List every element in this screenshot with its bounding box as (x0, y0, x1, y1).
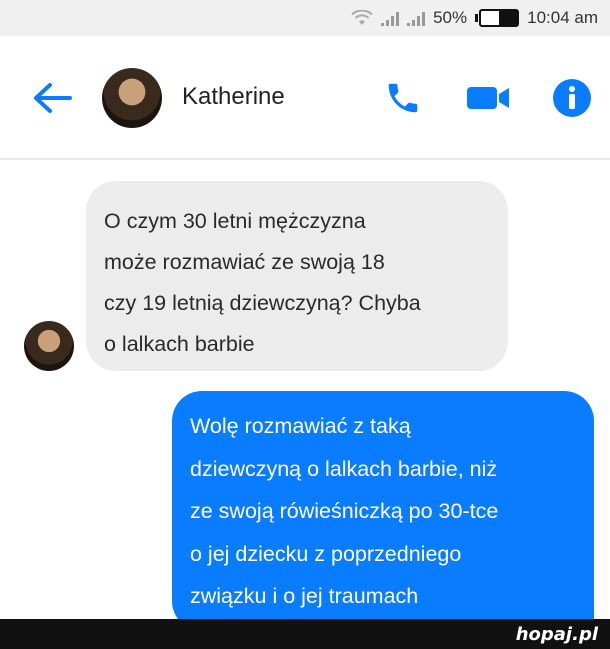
signal-icon (381, 10, 400, 26)
contact-avatar[interactable] (102, 68, 162, 128)
message-line: czy 19 letnią dziewczyną? Chyba (104, 291, 421, 315)
message-line: Wolę rozmawiać z taką (190, 414, 411, 438)
contact-name[interactable]: Katherine (182, 83, 285, 111)
watermark-bar: hopaj.pl (0, 619, 610, 649)
battery-percent: 50% (433, 8, 468, 27)
video-icon[interactable] (466, 76, 510, 120)
incoming-message-bubble[interactable]: O czym 30 letni mężczyzna może rozmawiać… (86, 181, 508, 371)
message-thread: O czym 30 letni mężczyzna może rozmawiać… (0, 160, 610, 631)
outgoing-message-bubble[interactable]: Wolę rozmawiać z taką dziewczyną o lalka… (172, 391, 594, 631)
watermark-text: hopaj.pl (515, 623, 598, 645)
message-line: związku i o jej traumach (190, 584, 419, 608)
status-bar: 50% 10:04 am (0, 0, 610, 36)
wifi-icon (351, 10, 373, 26)
message-line: ze swoją rówieśniczką po 30-tce (190, 499, 499, 523)
message-line: o lalkach barbie (104, 332, 255, 356)
message-line: dziewczyną o lalkach barbie, niż (190, 456, 498, 481)
signal-icon (407, 10, 426, 26)
message-line: może rozmawiać ze swoją 18 (104, 250, 385, 274)
phone-icon[interactable] (381, 76, 425, 120)
back-arrow-icon[interactable] (30, 80, 74, 116)
message-line: o jej dziecku z poprzedniego (190, 541, 462, 566)
battery-icon (475, 9, 520, 27)
info-icon[interactable] (550, 76, 594, 120)
conversation-header: Katherine (0, 36, 610, 160)
sender-avatar (24, 321, 74, 371)
message-line: O czym 30 letni mężczyzna (104, 209, 366, 233)
status-time: 10:04 am (527, 8, 598, 27)
